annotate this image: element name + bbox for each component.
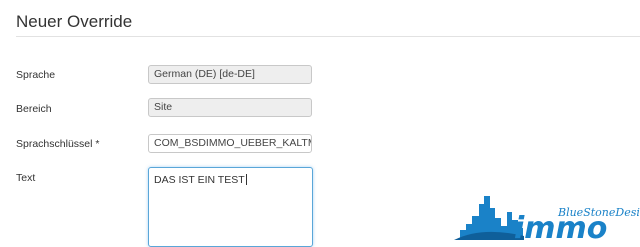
sprache-field[interactable]: German (DE) [de-DE] [148, 65, 312, 84]
page-title: Neuer Override [16, 12, 133, 31]
title-divider [16, 36, 640, 37]
text-label: Text [16, 172, 36, 184]
text-cursor [245, 174, 247, 185]
logo-wordmark: immo [514, 211, 607, 240]
bereich-field[interactable]: Site [148, 98, 312, 117]
sprache-label: Sprache [16, 69, 56, 81]
sprachschluessel-label: Sprachschlüssel * [16, 138, 100, 150]
bereich-label: Bereich [16, 103, 52, 115]
bluestonedesign-immo-logo: BlueStoneDesign immo [454, 196, 640, 240]
text-textarea[interactable]: DAS IST EIN TEST [148, 167, 313, 247]
sprachschluessel-input[interactable]: COM_BSDIMMO_UEBER_KALTMIETE [148, 134, 312, 153]
text-value: DAS IST EIN TEST [154, 174, 245, 186]
